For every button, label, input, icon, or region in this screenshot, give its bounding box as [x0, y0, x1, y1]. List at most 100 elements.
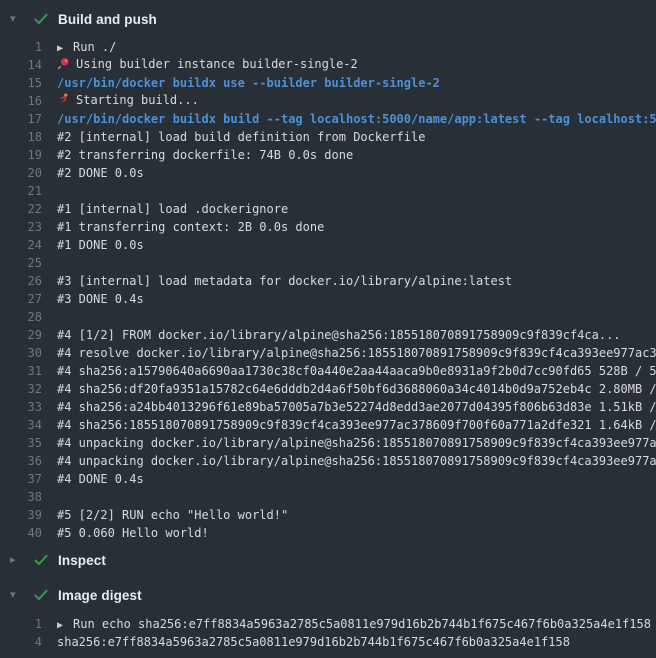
log-block-image-digest: 1 ▶Run echo sha256:e7ff8834a5963a2785c5a0… [0, 612, 656, 651]
log-line: 23 #1 transferring context: 2B 0.0s done [0, 218, 656, 236]
log-text: #4 DONE 0.4s [57, 472, 144, 486]
section-title: Build and push [58, 12, 157, 27]
section-header-inspect[interactable]: ▸ Inspect [0, 542, 656, 578]
line-number[interactable]: 18 [0, 130, 42, 144]
section-header-image-digest[interactable]: ▾ Image digest [0, 578, 656, 612]
disclosure-triangle-icon[interactable]: ▾ [10, 590, 26, 601]
log-text: #1 [internal] load .dockerignore [57, 202, 288, 216]
log-line: 25 [0, 254, 656, 272]
log-line: 35#4 unpacking docker.io/library/alpine@… [0, 434, 656, 452]
line-number[interactable]: 25 [0, 256, 42, 270]
check-icon [32, 11, 49, 28]
line-number[interactable]: 19 [0, 148, 42, 162]
disclosure-triangle-icon[interactable]: ▸ [10, 555, 26, 566]
line-number[interactable]: 34 [0, 418, 42, 432]
line-number[interactable]: 23 [0, 220, 42, 234]
line-number[interactable]: 14 [0, 58, 42, 72]
section-inspect: ▸ Inspect [0, 542, 656, 578]
expand-log-group-icon[interactable]: ▶ [57, 43, 67, 54]
log-line: 21 [0, 182, 656, 200]
line-number[interactable]: 20 [0, 166, 42, 180]
log-text: #4 sha256:a24bb4013296f61e89ba57005a7b3e… [57, 400, 656, 414]
log-line: 40 #5 0.060 Hello world! [0, 524, 656, 542]
log-line: 32 #4 sha256:df20fa9351a15782c64e6dddb2d4… [0, 380, 656, 398]
log-line: 38 [0, 488, 656, 506]
line-number[interactable]: 37 [0, 472, 42, 486]
line-number[interactable]: 31 [0, 364, 42, 378]
log-text: /usr/bin/docker buildx use --builder bui… [57, 76, 440, 90]
check-icon [32, 587, 49, 604]
log-line: 1 ▶Run ./ [0, 38, 656, 56]
log-text: #2 [internal] load build definition from… [57, 130, 425, 144]
log-line: 30 #4 resolve docker.io/library/alpine@sh… [0, 344, 656, 362]
log-line: 18 #2 [internal] load build definition fr… [0, 128, 656, 146]
log-line: 15/usr/bin/docker buildx use --builder b… [0, 74, 656, 92]
log-text: #4 unpacking docker.io/library/alpine@sh… [57, 454, 656, 468]
disclosure-triangle-icon[interactable]: ▾ [10, 14, 26, 25]
log-line: 33 #4 sha256:a24bb4013296f61e89ba57005a7b… [0, 398, 656, 416]
line-number[interactable]: 40 [0, 526, 42, 540]
line-number[interactable]: 32 [0, 382, 42, 396]
section-title: Image digest [58, 588, 142, 603]
line-number[interactable]: 22 [0, 202, 42, 216]
log-text: #4 sha256:a15790640a6690aa1730c38cf0a440… [57, 364, 656, 378]
log-line: 24#1 DONE 0.0s [0, 236, 656, 254]
pushpin-icon [57, 57, 70, 73]
log-line: 29#4 [1/2] FROM docker.io/library/alpine… [0, 326, 656, 344]
check-icon [32, 552, 49, 569]
line-number[interactable]: 36 [0, 454, 42, 468]
section-build-and-push: ▾ Build and push 1 ▶Run ./ 14 Using builder… [0, 0, 656, 542]
line-number[interactable]: 39 [0, 508, 42, 522]
line-number[interactable]: 33 [0, 400, 42, 414]
log-line: 17/usr/bin/docker buildx build --tag loc… [0, 110, 656, 128]
section-header-build-and-push[interactable]: ▾ Build and push [0, 0, 656, 38]
expand-log-group-icon[interactable]: ▶ [57, 620, 67, 631]
line-number[interactable]: 35 [0, 436, 42, 450]
log-text: Using builder instance builder-single-2 [57, 57, 358, 73]
line-number[interactable]: 29 [0, 328, 42, 342]
log-line: 20#2 DONE 0.0s [0, 164, 656, 182]
line-number[interactable]: 30 [0, 346, 42, 360]
log-text: #1 transferring context: 2B 0.0s done [57, 220, 324, 234]
log-line: 16 Starting build... [0, 92, 656, 110]
log-text: #4 sha256:185518070891758909c9f839cf4ca3… [57, 418, 656, 432]
log-line: 36 #4 unpacking docker.io/library/alpine@… [0, 452, 656, 470]
line-number[interactable]: 27 [0, 292, 42, 306]
line-number[interactable]: 17 [0, 112, 42, 126]
log-line: 39 #5 [2/2] RUN echo "Hello world!" [0, 506, 656, 524]
line-number[interactable]: 4 [0, 635, 42, 649]
line-number[interactable]: 15 [0, 76, 42, 90]
runner-icon [57, 93, 70, 109]
log-text: #3 DONE 0.4s [57, 292, 144, 306]
log-line: 26 #3 [internal] load metadata for docker… [0, 272, 656, 290]
log-line: 22 #1 [internal] load .dockerignore [0, 200, 656, 218]
line-number[interactable]: 28 [0, 310, 42, 324]
log-line: 28 [0, 308, 656, 326]
log-text: /usr/bin/docker buildx build --tag local… [57, 112, 656, 126]
log-text: Starting build... [57, 93, 199, 109]
log-text: ▶Run ./ [57, 40, 116, 54]
line-number[interactable]: 38 [0, 490, 42, 504]
log-line: 31 #4 sha256:a15790640a6690aa1730c38cf0a4… [0, 362, 656, 380]
log-line: 1 ▶Run echo sha256:e7ff8834a5963a2785c5a0… [0, 615, 656, 633]
log-text: #4 sha256:df20fa9351a15782c64e6dddb2d4a6… [57, 382, 656, 396]
log-text: #4 resolve docker.io/library/alpine@sha2… [57, 346, 656, 360]
line-number[interactable]: 1 [0, 617, 42, 631]
log-text: #5 0.060 Hello world! [57, 526, 209, 540]
line-number[interactable]: 26 [0, 274, 42, 288]
log-line: 27 #3 DONE 0.4s [0, 290, 656, 308]
log-text: #3 [internal] load metadata for docker.i… [57, 274, 512, 288]
log-text: #5 [2/2] RUN echo "Hello world!" [57, 508, 288, 522]
log-line: 14 Using builder instance builder-single-… [0, 56, 656, 74]
line-number[interactable]: 16 [0, 94, 42, 108]
log-line: 19 #2 transferring dockerfile: 74B 0.0s d… [0, 146, 656, 164]
line-number[interactable]: 1 [0, 40, 42, 54]
log-line: 37 #4 DONE 0.4s [0, 470, 656, 488]
log-text: #2 transferring dockerfile: 74B 0.0s don… [57, 148, 353, 162]
workflow-log-viewer: ▾ Build and push 1▶Run ./14Using builder… [0, 0, 656, 651]
line-number[interactable]: 21 [0, 184, 42, 198]
line-number[interactable]: 24 [0, 238, 42, 252]
section-title: Inspect [58, 553, 106, 568]
log-text: ▶Run echo sha256:e7ff8834a5963a2785c5a08… [57, 617, 651, 631]
log-line: 4sha256:e7ff8834a5963a2785c5a0811e979d16… [0, 633, 656, 651]
